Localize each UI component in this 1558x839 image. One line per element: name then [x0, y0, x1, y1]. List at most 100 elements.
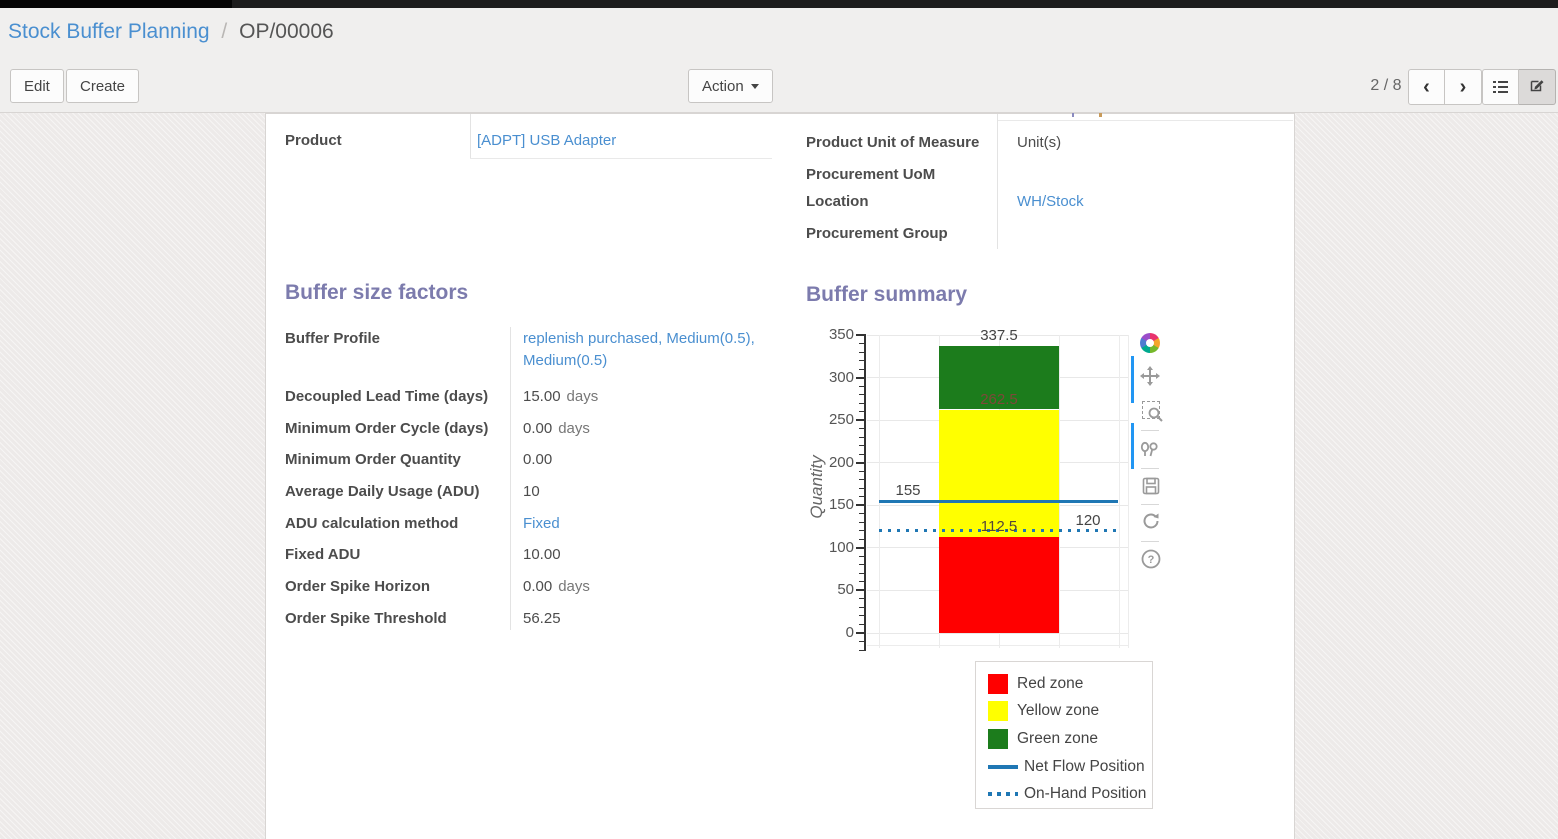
factor-row-adu: Average Daily Usage (ADU) 10	[285, 478, 782, 510]
factor-label: Minimum Order Cycle (days)	[285, 415, 510, 440]
factor-label: Fixed ADU	[285, 541, 510, 566]
y-axis-line	[864, 334, 866, 651]
breadcrumb: Stock Buffer Planning / OP/00006	[8, 20, 334, 44]
modebar-highlight-bar	[1131, 423, 1134, 469]
legend-label: Net Flow Position	[1024, 758, 1145, 776]
factor-label: Order Spike Horizon	[285, 573, 510, 598]
factor-row-min-order-qty: Minimum Order Quantity 0.00	[285, 446, 782, 478]
save-image-icon[interactable]	[1139, 474, 1163, 498]
list-view-button[interactable]	[1482, 69, 1519, 105]
plotly-logo-icon[interactable]	[1138, 331, 1162, 355]
y-axis-title: Quantity	[807, 387, 829, 587]
buffer-size-factors-title: Buffer size factors	[285, 281, 468, 305]
field-label-procurement-group: Procurement Group	[806, 224, 1007, 244]
field-label-product-uom: Product Unit of Measure	[806, 133, 1007, 153]
legend-swatch	[988, 792, 1018, 796]
unit-suffix: days	[558, 420, 590, 437]
field-label-product: Product	[285, 131, 470, 151]
help-icon[interactable]: ?	[1139, 547, 1163, 571]
record-pager: ‹ ›	[1408, 69, 1482, 105]
breadcrumb-parent-link[interactable]: Stock Buffer Planning	[8, 20, 210, 43]
factor-row-dlt: Decoupled Lead Time (days) 15.00days	[285, 383, 782, 415]
factor-value: 10.00	[523, 541, 782, 566]
field-row-product: Product [ADPT] USB Adapter	[285, 125, 785, 151]
view-switcher	[1482, 69, 1556, 105]
product-link[interactable]: [ADPT] USB Adapter	[477, 131, 616, 151]
edit-button[interactable]: Edit	[10, 69, 64, 103]
breadcrumb-separator: /	[221, 20, 227, 43]
factor-label: Buffer Profile	[285, 325, 510, 350]
modebar-separator	[1141, 468, 1159, 469]
modebar-highlight-bar	[1131, 356, 1134, 403]
field-row-procurement-uom: Procurement UoM	[806, 159, 1295, 185]
form-view-button[interactable]	[1519, 69, 1556, 105]
legend-swatch	[988, 765, 1018, 769]
location-link[interactable]: WH/Stock	[1017, 192, 1084, 212]
create-button[interactable]: Create	[66, 69, 139, 103]
factor-row-fixed-adu: Fixed ADU 10.00	[285, 541, 782, 573]
factor-value: 10	[523, 478, 782, 503]
pager-counter: 2 / 8	[1368, 77, 1404, 95]
chart-legend: Red zone Yellow zone Green zone Net Flow Po…	[975, 661, 1153, 809]
field-row-procurement-group: Procurement Group	[806, 218, 1295, 244]
modebar-separator	[1141, 504, 1159, 505]
caret-down-icon	[751, 84, 759, 89]
legend-label: On-Hand Position	[1024, 785, 1146, 803]
legend-item-net-flow-position[interactable]: Net Flow Position	[988, 753, 1152, 781]
compare-hover-icon[interactable]	[1137, 437, 1161, 461]
legend-item-on-hand-position[interactable]: On-Hand Position	[988, 780, 1152, 808]
field-label-location: Location	[806, 192, 1007, 212]
legend-item-yellow-zone[interactable]: Yellow zone	[988, 698, 1152, 726]
adu-method-link[interactable]: Fixed	[523, 510, 782, 535]
legend-swatch	[988, 701, 1008, 721]
legend-item-green-zone[interactable]: Green zone	[988, 725, 1152, 753]
legend-label: Green zone	[1017, 730, 1098, 748]
control-panel: Stock Buffer Planning / OP/00006 Edit Cr…	[0, 8, 1558, 113]
modebar-separator	[1141, 430, 1159, 431]
reset-axes-icon[interactable]	[1139, 509, 1163, 533]
field-underline	[470, 158, 772, 159]
clipped-text-fragment	[1072, 113, 1074, 117]
unit-suffix: days	[567, 388, 599, 405]
form-edit-icon	[1529, 77, 1545, 93]
action-dropdown-button[interactable]: Action	[688, 69, 773, 103]
field-label-procurement-uom: Procurement UoM	[806, 165, 1007, 185]
factor-value: 0.00days	[523, 415, 782, 440]
legend-label: Red zone	[1017, 675, 1083, 693]
top-navbar	[0, 0, 1558, 8]
factor-row-spike-threshold: Order Spike Threshold 56.25	[285, 605, 782, 637]
factor-value: 0.00	[523, 446, 782, 471]
legend-label: Yellow zone	[1017, 702, 1099, 720]
factor-row-spike-horizon: Order Spike Horizon 0.00days	[285, 573, 782, 605]
factor-value: 56.25	[523, 605, 782, 630]
factor-label: Decoupled Lead Time (days)	[285, 383, 510, 408]
legend-swatch	[988, 674, 1008, 694]
factor-value: 15.00days	[523, 383, 782, 408]
svg-text:?: ?	[1148, 554, 1155, 566]
legend-item-red-zone[interactable]: Red zone	[988, 670, 1152, 698]
unit-suffix: days	[558, 578, 590, 595]
buffer-factors-table: Buffer Profile replenish purchased, Medi…	[285, 325, 782, 637]
breadcrumb-current: OP/00006	[239, 20, 334, 43]
stock-buffer-planning-page: Stock Buffer Planning / OP/00006 Edit Cr…	[0, 0, 1558, 839]
factor-row-adu-method: ADU calculation method Fixed	[285, 510, 782, 542]
pan-icon[interactable]	[1138, 364, 1162, 388]
factor-value: 0.00days	[523, 573, 782, 598]
action-label: Action	[702, 78, 744, 95]
field-row-location: Location WH/Stock	[806, 186, 1295, 212]
factor-label: ADU calculation method	[285, 510, 510, 535]
product-uom-value: Unit(s)	[1017, 133, 1061, 153]
factor-label: Minimum Order Quantity	[285, 446, 510, 471]
zoom-icon[interactable]	[1139, 398, 1163, 422]
buffer-profile-link[interactable]: replenish purchased, Medium(0.5), Medium…	[523, 325, 782, 372]
list-icon	[1493, 81, 1508, 93]
row-divider	[997, 120, 1293, 121]
factor-label: Average Daily Usage (ADU)	[285, 478, 510, 503]
next-record-button[interactable]: ›	[1445, 69, 1482, 105]
buffer-summary-title: Buffer summary	[806, 283, 967, 307]
legend-swatch	[988, 729, 1008, 749]
factor-label: Order Spike Threshold	[285, 605, 510, 630]
factor-row-min-order-cycle: Minimum Order Cycle (days) 0.00days	[285, 415, 782, 447]
modebar-separator	[1141, 541, 1159, 542]
previous-record-button[interactable]: ‹	[1408, 69, 1445, 105]
